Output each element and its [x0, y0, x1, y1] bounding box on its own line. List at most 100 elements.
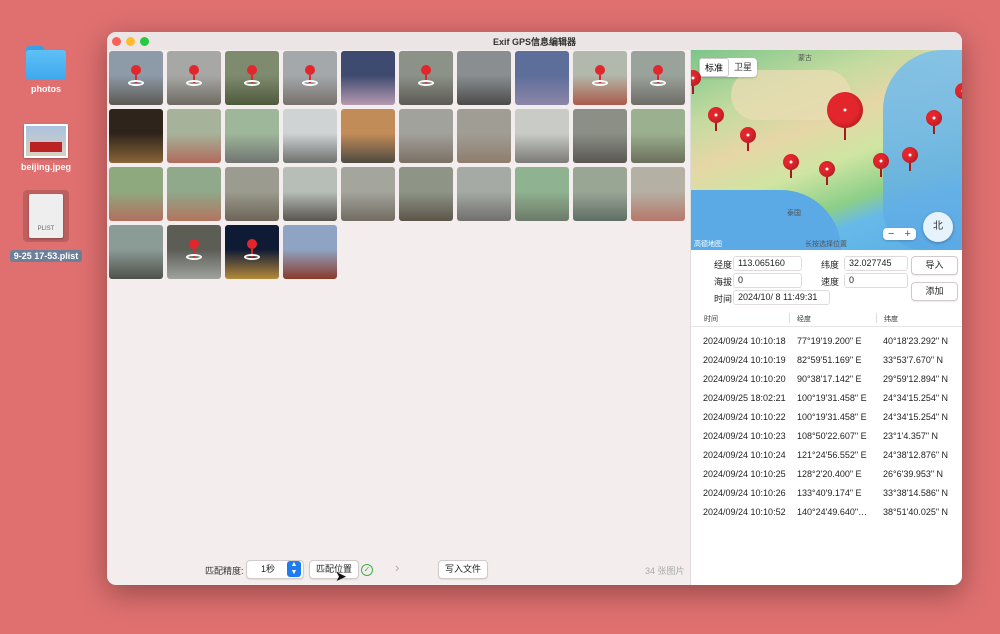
map-pin[interactable] [740, 127, 756, 151]
map-pin[interactable] [708, 107, 724, 131]
column-header-time[interactable]: 时间 [704, 314, 718, 324]
table-row[interactable]: 2024/09/24 10:10:26 133°40'9.174" E 33°38'… [691, 484, 962, 503]
precision-stepper[interactable]: ▲ ▼ [287, 561, 301, 577]
photo-thumbnail[interactable] [225, 225, 279, 279]
photo-thumbnail[interactable] [515, 51, 569, 105]
photo-thumbnail[interactable] [283, 109, 337, 163]
time-label: 时间 [714, 294, 733, 304]
photo-thumbnail[interactable] [225, 109, 279, 163]
add-button[interactable]: 添加 [911, 282, 958, 301]
photo-thumbnail[interactable] [283, 51, 337, 105]
altitude-label: 海拔 [714, 277, 733, 287]
table-row[interactable]: 2024/09/24 10:10:19 82°59'51.169" E 33°53'… [691, 351, 962, 370]
cell-latitude: 33°53'7.670" N [883, 355, 944, 365]
map-pin[interactable] [819, 161, 835, 185]
time-field[interactable]: 2024/10/ 8 11:49:31 [733, 290, 830, 305]
tab-satellite[interactable]: 卫星 [729, 58, 757, 77]
cell-time: 2024/09/24 10:10:18 [703, 336, 786, 346]
cell-latitude: 40°18'23.292" N [883, 336, 949, 346]
photo-thumbnail[interactable] [631, 109, 685, 163]
cell-longitude: 140°24'49.640"… [797, 507, 868, 517]
zoom-in-button[interactable]: + [899, 228, 915, 240]
gps-fields: 经度 113.065160 纬度 32.027745 海拔 0 速度 0 时间 … [691, 250, 962, 310]
cell-time: 2024/09/24 10:10:26 [703, 488, 786, 498]
folder-icon [26, 46, 66, 80]
latitude-field[interactable]: 32.027745 [844, 256, 908, 271]
photo-thumbnail[interactable] [399, 51, 453, 105]
photo-thumbnail[interactable] [109, 225, 163, 279]
photo-thumbnail[interactable] [283, 167, 337, 221]
photo-thumbnail[interactable] [225, 167, 279, 221]
chevron-right-icon[interactable]: › [395, 560, 399, 575]
import-button[interactable]: 导入 [911, 256, 958, 275]
photo-thumbnail[interactable] [225, 51, 279, 105]
speed-field[interactable]: 0 [844, 273, 908, 288]
photo-thumbnail[interactable] [573, 167, 627, 221]
column-header-longitude[interactable]: 经度 [797, 314, 811, 324]
photo-thumbnail[interactable] [109, 51, 163, 105]
desktop-icon-label: photos [31, 84, 61, 94]
cell-time: 2024/09/24 10:10:22 [703, 412, 786, 422]
desktop-icon-beijing[interactable]: beijing.jpeg [6, 124, 86, 172]
cell-longitude: 100°19'31.458" E [797, 412, 867, 422]
map-pin[interactable] [691, 70, 701, 94]
write-file-button[interactable]: 写入文件 [438, 560, 488, 579]
photo-thumbnail[interactable] [341, 51, 395, 105]
photo-thumbnail[interactable] [573, 109, 627, 163]
table-row[interactable]: 2024/09/24 10:10:25 128°2'20.400" E 26°6'3… [691, 465, 962, 484]
photo-thumbnail[interactable] [573, 51, 627, 105]
cell-time: 2024/09/24 10:10:52 [703, 507, 786, 517]
location-pin-icon [244, 239, 260, 265]
table-row[interactable]: 2024/09/24 10:10:52 140°24'49.640"… 38°51'… [691, 503, 962, 522]
altitude-field[interactable]: 0 [733, 273, 802, 288]
tab-standard[interactable]: 标准 [699, 58, 730, 77]
table-header: 时间 经度 纬度 [691, 310, 962, 327]
match-location-button[interactable]: 匹配位置 [309, 560, 359, 579]
photo-thumbnail[interactable] [399, 109, 453, 163]
location-pin-icon [302, 65, 318, 91]
check-icon: ✓ [361, 564, 373, 576]
table-row[interactable]: 2024/09/24 10:10:22 100°19'31.458" E 24°34… [691, 408, 962, 427]
compass-icon[interactable]: 北 [923, 212, 953, 242]
photo-thumbnail[interactable] [341, 167, 395, 221]
map-pin[interactable] [873, 153, 889, 177]
photo-thumbnail[interactable] [515, 109, 569, 163]
photo-thumbnail[interactable] [341, 109, 395, 163]
photo-thumbnail[interactable] [515, 167, 569, 221]
table-row[interactable]: 2024/09/24 10:10:23 108°50'22.607" E 23°1'… [691, 427, 962, 446]
cell-latitude: 26°6'39.953" N [883, 469, 944, 479]
table-row[interactable]: 2024/09/24 10:10:24 121°24'56.552" E 24°38… [691, 446, 962, 465]
map-label-thailand: 泰国 [787, 210, 801, 217]
photo-thumbnail[interactable] [167, 109, 221, 163]
photo-thumbnail[interactable] [167, 225, 221, 279]
photo-thumbnail[interactable] [167, 167, 221, 221]
location-pin-icon [186, 65, 202, 91]
photo-thumbnail[interactable] [399, 167, 453, 221]
precision-label: 匹配精度: [205, 566, 244, 576]
photo-thumbnail[interactable] [631, 167, 685, 221]
table-row[interactable]: 2024/09/25 18:02:21 100°19'31.458" E 24°34… [691, 389, 962, 408]
table-row[interactable]: 2024/09/24 10:10:20 90°38'17.142" E 29°59'… [691, 370, 962, 389]
map-pin-selected[interactable] [827, 92, 863, 140]
desktop-icon-photos[interactable]: photos [6, 46, 86, 94]
photo-thumbnail[interactable] [457, 51, 511, 105]
zoom-out-button[interactable]: − [883, 228, 899, 240]
photo-thumbnail[interactable] [109, 167, 163, 221]
photo-thumbnail[interactable] [631, 51, 685, 105]
longitude-field[interactable]: 113.065160 [733, 256, 802, 271]
photo-thumbnail[interactable] [457, 167, 511, 221]
photo-thumbnail[interactable] [167, 51, 221, 105]
photo-thumbnail[interactable] [109, 109, 163, 163]
column-header-latitude[interactable]: 纬度 [884, 314, 898, 324]
map-pin[interactable] [926, 110, 942, 134]
cell-longitude: 82°59'51.169" E [797, 355, 862, 365]
table-row[interactable]: 2024/09/24 10:10:18 77°19'19.200" E 40°18'… [691, 332, 962, 351]
desktop-icon-plist[interactable]: PLIST 9-25 17-53.plist [6, 190, 86, 262]
photo-thumbnail[interactable] [457, 109, 511, 163]
map-pin[interactable] [902, 147, 918, 171]
map-pin[interactable] [783, 154, 799, 178]
map-pin[interactable] [955, 83, 962, 107]
map-view[interactable]: 标准 卫星 蒙古 泰国 长按选择位置 高德地图 − + 北 [691, 50, 962, 250]
location-pin-icon [418, 65, 434, 91]
photo-thumbnail[interactable] [283, 225, 337, 279]
